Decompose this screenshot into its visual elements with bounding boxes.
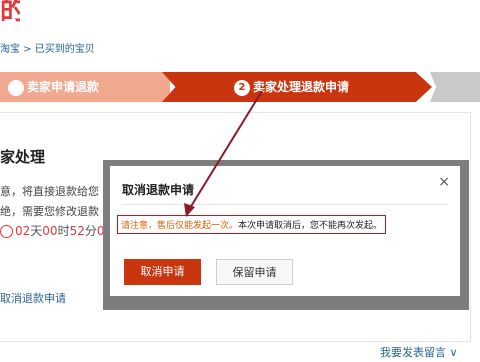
step-1-label: 卖家申请退款 (27, 80, 100, 94)
timer-hours-unit: 时 (57, 224, 70, 238)
warning-text: 请注意，售后仅能发起一次。 (121, 221, 239, 231)
post-message-link[interactable]: 我要发表留言 ∨ (380, 344, 458, 360)
step-1: 卖家申请退款 (0, 72, 170, 102)
description-line-1: 意，将直接退款给您 (0, 185, 99, 198)
description-line-2: 绝，需要您修改退款 (0, 205, 99, 218)
breadcrumb[interactable]: 淘宝 > 已买到的宝贝 (0, 40, 95, 55)
confirm-cancel-button[interactable]: 取消申请 (124, 259, 201, 285)
message-text: 本次申请取消后，您不能再次发起。 (238, 221, 383, 231)
progress-steps: 卖家申请退款 2 卖家处理退款申请 (0, 72, 480, 102)
timer-minutes-unit: 分 (84, 224, 97, 238)
timer-days: 02 (15, 224, 31, 238)
logo: 的 (0, 0, 20, 26)
countdown-timer: 02天00时52分01 (0, 222, 112, 239)
step-1-number (8, 79, 24, 96)
step-2: 2 卖家处理退款申请 (162, 72, 432, 102)
dialog-message: 请注意，售后仅能发起一次。本次申请取消后，您不能再次发起。 (117, 215, 387, 234)
dialog-divider (122, 204, 448, 205)
close-icon[interactable]: × (438, 174, 450, 190)
cancel-refund-dialog: 取消退款申请 × 请注意，售后仅能发起一次。本次申请取消后，您不能再次发起。 取… (110, 166, 460, 296)
cancel-refund-link[interactable]: 取消退款申请 (0, 290, 66, 306)
step-3 (430, 72, 480, 102)
section-title: 家处理 (0, 148, 46, 166)
keep-request-button[interactable]: 保留申请 (216, 259, 293, 285)
timer-minutes: 52 (69, 224, 85, 238)
timer-days-unit: 天 (30, 224, 43, 238)
timer-hours: 00 (42, 224, 58, 238)
clock-icon (0, 225, 13, 238)
dialog-title: 取消退款申请 (122, 183, 195, 197)
step-2-label: 卖家处理退款申请 (253, 80, 350, 94)
step-2-number: 2 (234, 79, 250, 96)
